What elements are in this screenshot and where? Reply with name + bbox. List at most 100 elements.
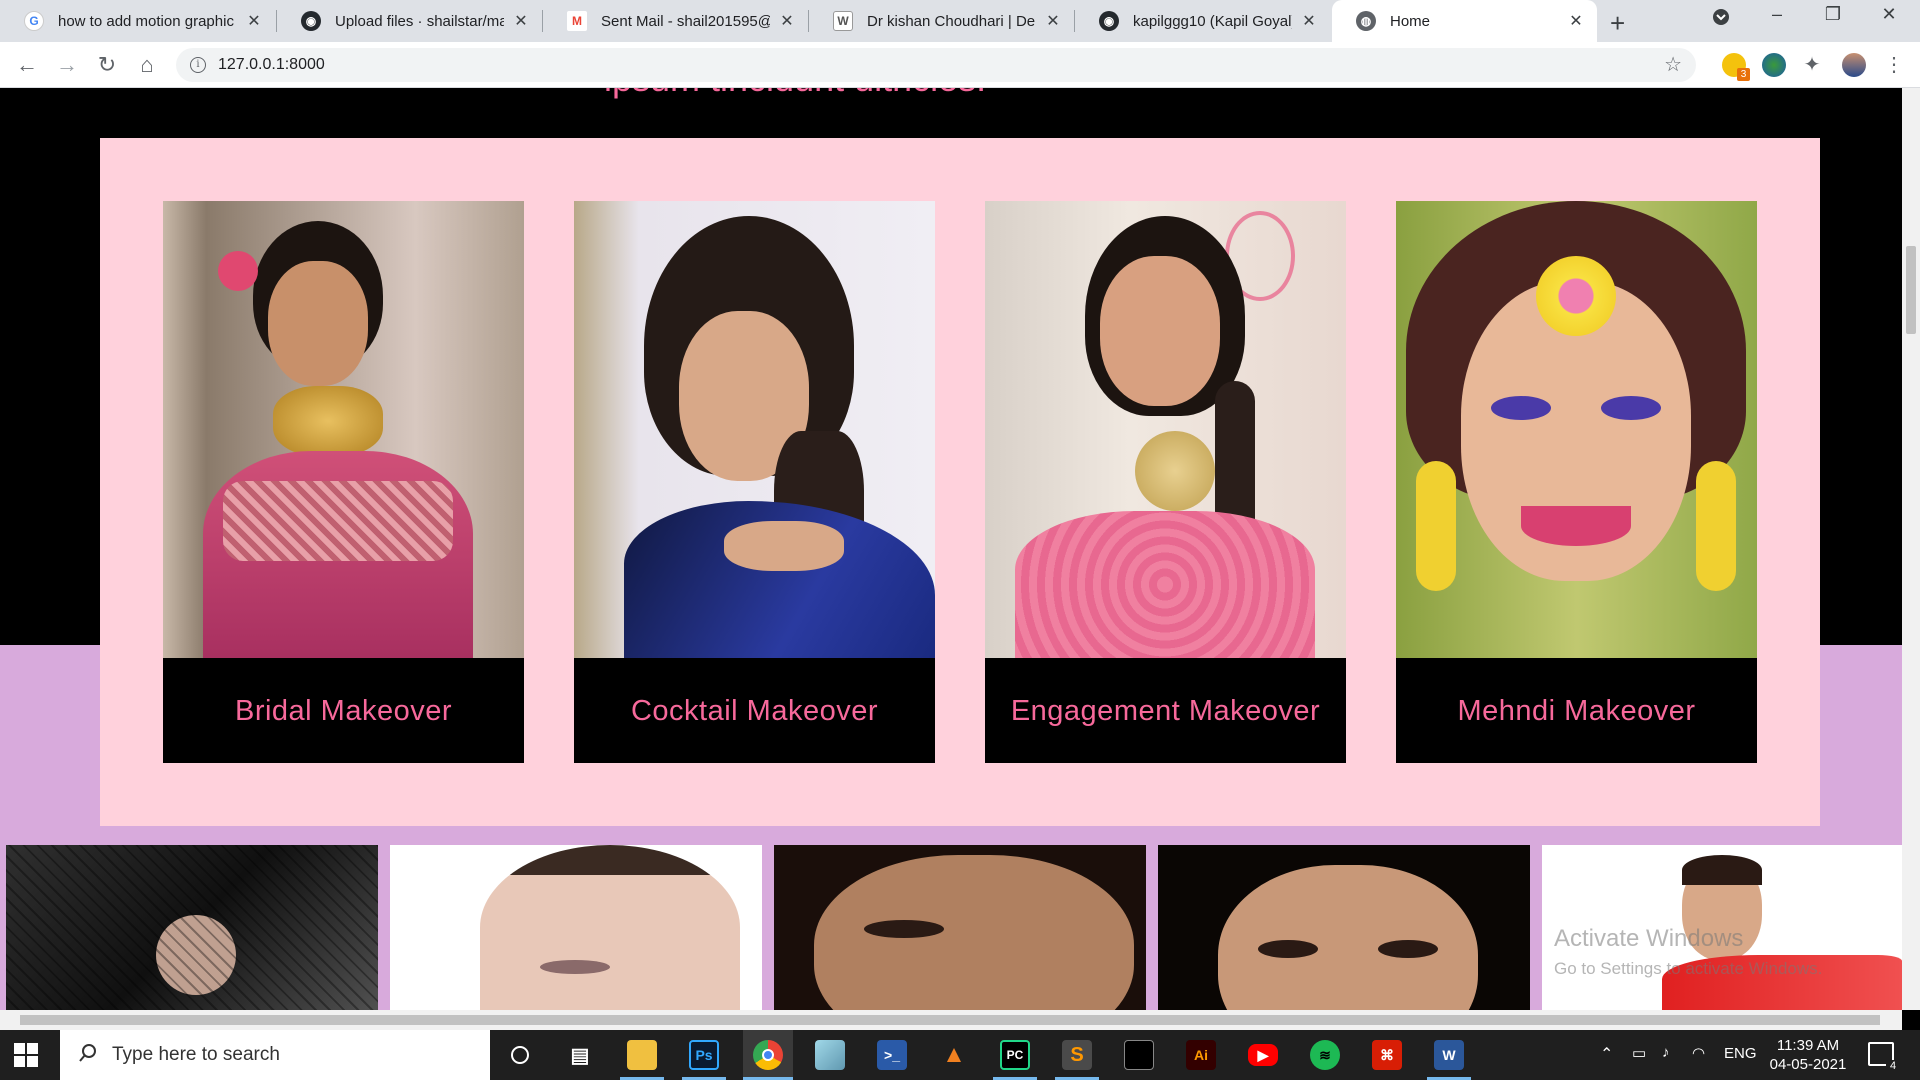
photoshop-icon[interactable]: Ps — [689, 1040, 719, 1070]
site-icon: W — [833, 11, 853, 31]
vlc-icon[interactable]: ▲ — [939, 1040, 969, 1070]
service-label: Mehndi Makeover — [1396, 658, 1757, 763]
service-label: Cocktail Makeover — [574, 658, 935, 763]
service-card-mehndi[interactable]: Mehndi Makeover — [1396, 201, 1757, 763]
tab-dentist[interactable]: W Dr kishan Choudhari | Dent ✕ — [809, 0, 1074, 42]
wifi-icon[interactable]: ◠ — [1692, 1044, 1705, 1062]
reload-button[interactable]: ↻ — [92, 50, 122, 80]
cocktail-photo — [574, 201, 935, 658]
tab-title: Sent Mail - shail201595@gr — [601, 12, 770, 30]
tab-search-icon[interactable] — [1698, 8, 1744, 31]
task-view-icon[interactable]: ▤ — [565, 1040, 595, 1070]
puzzle-icon[interactable]: ✦ — [1800, 53, 1824, 77]
youtube-icon[interactable]: ▶ — [1248, 1044, 1278, 1066]
gallery-image-3 — [774, 845, 1146, 1010]
windows-start-icon[interactable] — [14, 1043, 38, 1067]
file-explorer-icon[interactable] — [627, 1040, 657, 1070]
service-label: Bridal Makeover — [163, 658, 524, 763]
extension-icon[interactable]: 3 — [1722, 53, 1750, 81]
tab-home[interactable]: ◍ Home ✕ — [1332, 0, 1597, 42]
battery-icon[interactable]: ▭ — [1632, 1044, 1646, 1062]
spotify-icon[interactable]: ≋ — [1310, 1040, 1340, 1070]
notification-count: 4 — [1886, 1060, 1900, 1072]
cortana-icon[interactable] — [505, 1040, 535, 1070]
mehndi-photo — [1396, 201, 1757, 658]
clock[interactable]: 11:39 AM 04-05-2021 — [1768, 1036, 1848, 1074]
word-icon[interactable]: W — [1434, 1040, 1464, 1070]
sublime-icon[interactable]: S — [1062, 1040, 1092, 1070]
hero-text: ipsum tincidunt ultricies. — [604, 88, 986, 100]
gmail-icon: M — [567, 11, 587, 31]
menu-icon[interactable]: ⋮ — [1882, 53, 1906, 77]
acrobat-icon[interactable]: ⌘ — [1372, 1040, 1402, 1070]
scrollbar-thumb[interactable] — [1906, 246, 1916, 334]
chevron-up-icon[interactable]: ⌃ — [1600, 1044, 1613, 1064]
clock-time: 11:39 AM — [1776, 1037, 1840, 1054]
service-card-bridal[interactable]: Bridal Makeover — [163, 201, 524, 763]
tab-title: how to add motion graphic — [58, 12, 234, 30]
chrome-icon[interactable] — [753, 1040, 783, 1070]
back-button[interactable]: ← — [12, 50, 42, 80]
earth-extension-icon[interactable] — [1762, 53, 1786, 77]
address-bar[interactable]: i 127.0.0.1:8000 ☆ — [176, 48, 1696, 82]
tab-github-profile[interactable]: ◉ kapilggg10 (Kapil Goyal) ✕ — [1075, 0, 1330, 42]
page-content: ipsum tincidunt ultricies. Bridal Makeov… — [0, 88, 1902, 1010]
avatar[interactable] — [1842, 53, 1866, 77]
tab-gmail[interactable]: M Sent Mail - shail201595@gr ✕ — [543, 0, 808, 42]
clock-date: 04-05-2021 — [1769, 1056, 1847, 1073]
close-icon[interactable]: ✕ — [1300, 11, 1318, 31]
tab-title: Home — [1390, 12, 1431, 30]
activate-windows-watermark: Activate Windows Go to Settings to activ… — [1554, 925, 1822, 979]
info-icon[interactable]: i — [190, 57, 206, 73]
taskbar-search-input[interactable]: Type here to search — [60, 1030, 490, 1080]
google-icon: G — [24, 11, 44, 31]
close-icon[interactable]: ✕ — [512, 11, 530, 31]
browser-toolbar: ← → ↻ ⌂ i 127.0.0.1:8000 ☆ 3 ✦ ⋮ — [0, 42, 1920, 88]
gallery-image-1 — [6, 845, 378, 1010]
globe-icon: ◍ — [1356, 11, 1376, 31]
minimize-button[interactable]: – — [1754, 4, 1800, 25]
terminal-icon[interactable] — [1124, 1040, 1154, 1070]
close-icon[interactable]: ✕ — [778, 11, 796, 31]
close-window-button[interactable]: ✕ — [1866, 4, 1912, 25]
url-text: 127.0.0.1:8000 — [218, 56, 325, 73]
bridal-photo — [163, 201, 524, 658]
service-label: Engagement Makeover — [985, 658, 1346, 763]
tab-bar: G how to add motion graphic ✕ ◉ Upload f… — [0, 0, 1920, 42]
notes-app-icon[interactable] — [815, 1040, 845, 1070]
search-icon — [78, 1043, 98, 1068]
scrollbar-thumb[interactable] — [20, 1015, 1880, 1025]
watermark-subtitle: Go to Settings to activate Windows. — [1554, 959, 1823, 978]
vertical-scrollbar[interactable] — [1902, 88, 1920, 1010]
language-indicator[interactable]: ENG — [1724, 1045, 1757, 1062]
bookmark-star-icon[interactable]: ☆ — [1664, 52, 1682, 77]
maximize-button[interactable]: ❐ — [1810, 4, 1856, 25]
close-icon[interactable]: ✕ — [1044, 11, 1062, 31]
close-icon[interactable]: ✕ — [245, 11, 263, 31]
service-card-cocktail[interactable]: Cocktail Makeover — [574, 201, 935, 763]
forward-button[interactable]: → — [52, 50, 82, 80]
new-tab-button[interactable]: + — [1610, 8, 1625, 39]
pycharm-icon[interactable]: PC — [1000, 1040, 1030, 1070]
notification-icon[interactable]: 4 — [1868, 1042, 1900, 1072]
gallery-image-2 — [390, 845, 762, 1010]
illustrator-icon[interactable]: Ai — [1186, 1040, 1216, 1070]
watermark-title: Activate Windows — [1554, 925, 1744, 952]
volume-icon[interactable]: ♪ — [1662, 1044, 1670, 1061]
gallery-image-4 — [1158, 845, 1530, 1010]
search-placeholder: Type here to search — [112, 1044, 280, 1065]
service-card-engagement[interactable]: Engagement Makeover — [985, 201, 1346, 763]
github-icon: ◉ — [301, 11, 321, 31]
tab-title: kapilggg10 (Kapil Goyal) — [1133, 12, 1292, 30]
tab-github-upload[interactable]: ◉ Upload files · shailstar/make ✕ — [277, 0, 542, 42]
tab-title: Dr kishan Choudhari | Dent — [867, 12, 1036, 30]
horizontal-scrollbar[interactable] — [0, 1010, 1902, 1030]
home-button[interactable]: ⌂ — [132, 50, 162, 80]
close-icon[interactable]: ✕ — [1567, 11, 1585, 31]
powershell-icon[interactable]: >_ — [877, 1040, 907, 1070]
tab-google[interactable]: G how to add motion graphic ✕ — [0, 0, 275, 42]
github-icon: ◉ — [1099, 11, 1119, 31]
extension-badge: 3 — [1737, 68, 1750, 81]
engagement-photo — [985, 201, 1346, 658]
tab-title: Upload files · shailstar/make — [335, 12, 504, 30]
